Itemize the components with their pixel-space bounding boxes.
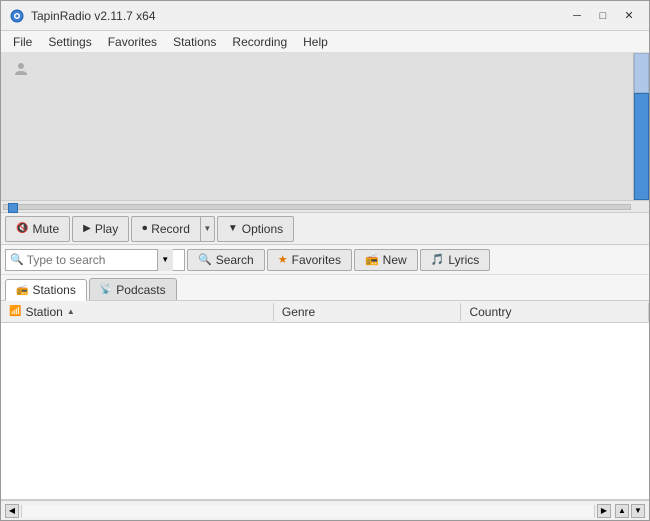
favorites-button[interactable]: ★ Favorites [267, 249, 352, 271]
scroll-up-button[interactable]: ▲ [615, 504, 629, 518]
menu-file[interactable]: File [5, 33, 40, 51]
station-list-body [1, 323, 649, 499]
sort-icon-station: ▲ [67, 307, 75, 316]
scroll-down-button[interactable]: ▼ [631, 504, 645, 518]
horizontal-scroll-track[interactable] [21, 505, 595, 517]
visualizer [1, 53, 649, 200]
search-dropdown-button[interactable]: ▼ [157, 249, 173, 271]
record-icon: ⏺ [142, 223, 147, 234]
search-button[interactable]: 🔍 Search [187, 249, 265, 271]
close-button[interactable]: ✕ [617, 6, 641, 26]
station-list-header: 📶 Station ▲ Genre Country [1, 301, 649, 323]
scroll-left-button[interactable]: ◀ [5, 504, 19, 518]
record-group: ⏺ Record ▼ [131, 216, 215, 242]
tab-stations[interactable]: 📻 Stations [5, 279, 87, 301]
search-btn-icon: 🔍 [198, 253, 212, 266]
main-window: TapinRadio v2.11.7 x64 ─ □ ✕ File Settin… [0, 0, 650, 521]
tabs-bar: 📻 Stations 📡 Podcasts [1, 275, 649, 301]
scrollbar-thumb-bottom [634, 93, 649, 200]
search-toolbar: 🔍 ▼ 🔍 Search ★ Favorites 📻 New 🎵 Lyrics [1, 245, 649, 275]
mute-button[interactable]: 🔇 Mute [5, 216, 70, 242]
search-input-wrapper: 🔍 ▼ [5, 249, 185, 271]
options-label: Options [242, 222, 283, 236]
col-header-country[interactable]: Country [461, 303, 649, 321]
col-header-genre[interactable]: Genre [274, 303, 462, 321]
lyrics-button[interactable]: 🎵 Lyrics [420, 249, 491, 271]
options-icon: ▼ [228, 223, 238, 234]
menu-recording[interactable]: Recording [224, 33, 295, 51]
menu-help[interactable]: Help [295, 33, 336, 51]
menu-settings[interactable]: Settings [40, 33, 99, 51]
maximize-button[interactable]: □ [591, 6, 615, 26]
record-button[interactable]: ⏺ Record [131, 216, 201, 242]
seek-bar[interactable] [3, 204, 631, 210]
mute-label: Mute [32, 222, 59, 236]
play-button[interactable]: ▶ Play [72, 216, 129, 242]
scroll-right-button[interactable]: ▶ [597, 504, 611, 518]
search-input[interactable] [27, 253, 157, 267]
visualizer-scrollbar[interactable] [633, 53, 649, 200]
user-icon [13, 61, 29, 77]
scrollbar-thumb-top [634, 53, 649, 93]
col-header-station[interactable]: 📶 Station ▲ [1, 303, 274, 321]
window-controls: ─ □ ✕ [565, 6, 641, 26]
progress-area [1, 200, 649, 212]
title-bar: TapinRadio v2.11.7 x64 ─ □ ✕ [1, 1, 649, 31]
tab-podcasts[interactable]: 📡 Podcasts [89, 278, 177, 300]
record-dropdown-arrow[interactable]: ▼ [201, 216, 215, 242]
menu-bar: File Settings Favorites Stations Recordi… [1, 31, 649, 53]
new-button[interactable]: 📻 New [354, 249, 418, 271]
col-station-icon: 📶 [9, 306, 21, 317]
status-bar: ◀ ▶ ▲ ▼ [1, 500, 649, 520]
play-label: Play [95, 222, 118, 236]
player-area [1, 53, 649, 213]
new-icon: 📻 [365, 253, 379, 266]
search-label: Search [216, 253, 254, 267]
lyrics-label: Lyrics [448, 253, 479, 267]
minimize-button[interactable]: ─ [565, 6, 589, 26]
search-magnifier-icon: 🔍 [10, 253, 24, 266]
options-button[interactable]: ▼ Options [217, 216, 294, 242]
record-label: Record [151, 222, 190, 236]
col-station-label: Station [25, 305, 62, 319]
stations-tab-icon: 📻 [16, 285, 28, 296]
stations-tab-label: Stations [32, 283, 75, 297]
podcasts-tab-icon: 📡 [100, 284, 112, 295]
favorites-label: Favorites [292, 253, 341, 267]
seek-thumb[interactable] [8, 203, 18, 213]
app-icon [9, 8, 25, 24]
menu-favorites[interactable]: Favorites [100, 33, 165, 51]
controls-bar: 🔇 Mute ▶ Play ⏺ Record ▼ ▼ Options [1, 213, 649, 245]
lyrics-icon: 🎵 [431, 253, 445, 266]
menu-stations[interactable]: Stations [165, 33, 224, 51]
station-list-container: 📶 Station ▲ Genre Country [1, 301, 649, 500]
play-icon: ▶ [83, 223, 91, 234]
window-title: TapinRadio v2.11.7 x64 [31, 9, 565, 23]
mute-icon: 🔇 [16, 223, 28, 234]
new-label: New [383, 253, 407, 267]
favorites-icon: ★ [278, 253, 288, 266]
col-genre-label: Genre [282, 305, 315, 319]
podcasts-tab-label: Podcasts [116, 283, 165, 297]
col-country-label: Country [469, 305, 511, 319]
